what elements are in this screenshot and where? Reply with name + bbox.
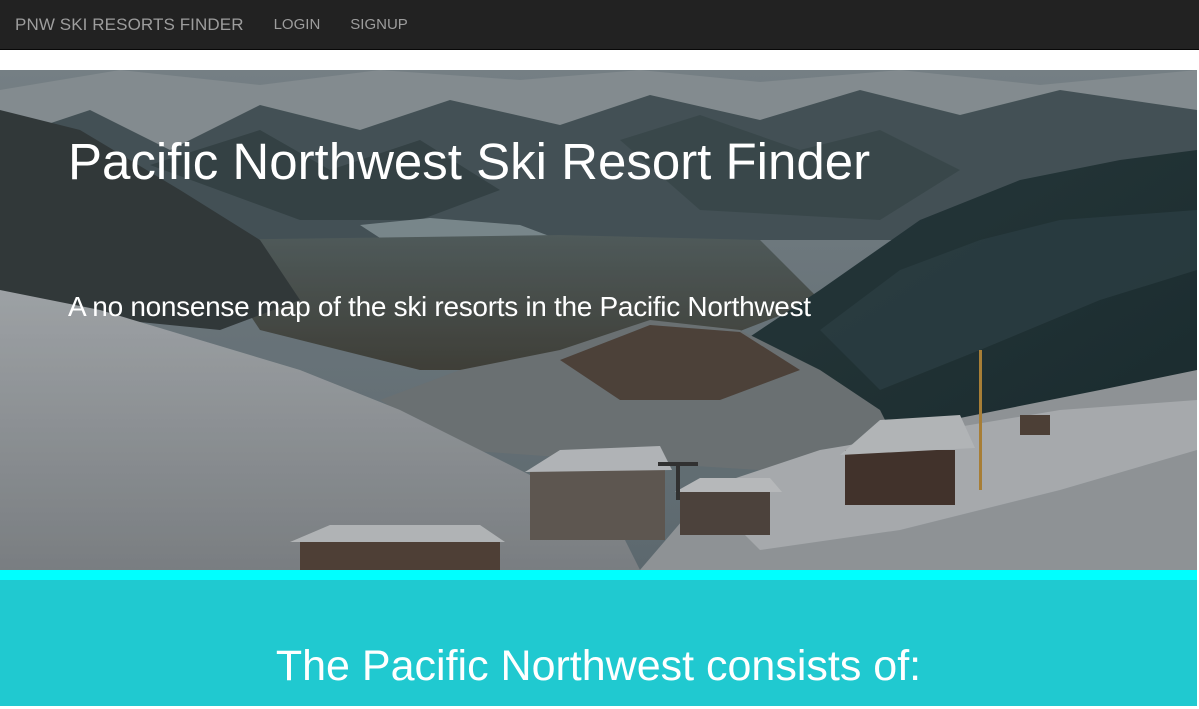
hero-title: Pacific Northwest Ski Resort Finder [68, 133, 871, 190]
accent-divider [0, 570, 1197, 580]
brand-link[interactable]: PNW SKI RESORTS FINDER [15, 15, 244, 35]
top-navbar: PNW SKI RESORTS FINDER LOGIN SIGNUP [0, 0, 1199, 50]
signup-link[interactable]: SIGNUP [350, 16, 408, 33]
hero-subtitle: A no nonsense map of the ski resorts in … [68, 291, 811, 322]
section-heading: The Pacific Northwest consists of: [275, 642, 922, 690]
hero-banner: Pacific Northwest Ski Resort Finder A no… [0, 70, 1197, 570]
login-link[interactable]: LOGIN [274, 16, 321, 33]
regions-section: The Pacific Northwest consists of: [0, 580, 1197, 706]
